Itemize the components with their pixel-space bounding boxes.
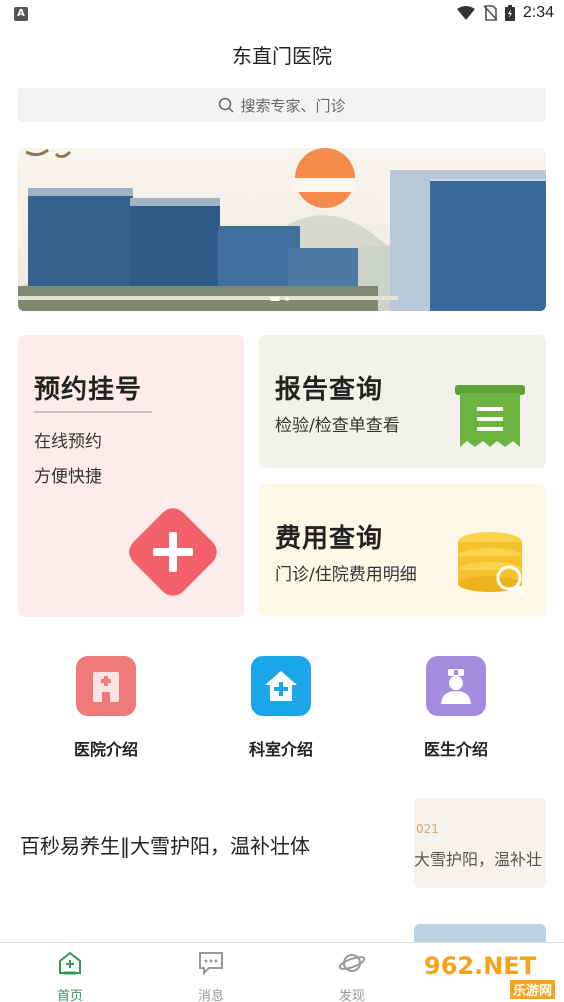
news-headline[interactable]: 百秒易养生‖大雪护阳，温补壮体 <box>20 830 310 859</box>
nav-discover[interactable]: 发现 <box>312 949 392 1002</box>
site-watermark: 962.NET 乐游网 <box>424 952 560 999</box>
page-title: 东直门医院 <box>232 44 332 68</box>
banner-pagination[interactable] <box>270 297 289 301</box>
report-subtitle: 检验/检查单查看 <box>275 416 400 436</box>
news-thumbnail[interactable]: 021 大雪护阳，温补壮 <box>414 798 546 888</box>
nav-home[interactable]: 首页 <box>30 949 110 1002</box>
report-card[interactable]: 报告查询 检验/检查单查看 <box>259 335 546 468</box>
battery-icon <box>504 5 515 21</box>
department-icon <box>251 656 311 716</box>
doctor-icon <box>426 656 486 716</box>
doctor-intro-link[interactable]: 医生介绍 <box>396 656 516 760</box>
fee-title: 费用查询 <box>275 524 384 554</box>
status-icons: 2:34 <box>456 4 554 22</box>
coins-icon <box>458 532 526 596</box>
receipt-icon <box>455 385 525 447</box>
department-intro-link[interactable]: 科室介绍 <box>221 656 341 760</box>
appointment-title: 预约挂号 <box>34 375 143 405</box>
no-sim-icon <box>483 5 497 21</box>
nav-messages[interactable]: 消息 <box>171 949 251 1002</box>
message-icon <box>199 952 223 976</box>
nav-messages-label: 消息 <box>197 989 224 1002</box>
search-placeholder: 搜索专家、门诊 <box>240 96 346 115</box>
status-bar: A 2:34 <box>0 0 564 30</box>
report-title: 报告查询 <box>275 375 384 405</box>
pagination-dot-active[interactable] <box>270 297 280 301</box>
planet-icon <box>338 954 366 972</box>
search-icon <box>219 97 235 113</box>
nav-home-label: 首页 <box>56 989 83 1002</box>
hospital-icon <box>76 656 136 716</box>
hospital-intro-link[interactable]: 医院介绍 <box>46 656 166 760</box>
doctor-intro-label: 医生介绍 <box>423 740 488 759</box>
appointment-card[interactable]: 预约挂号 在线预约 方便快捷 <box>18 335 244 617</box>
department-intro-label: 科室介绍 <box>248 740 313 759</box>
news-thumb-number: 021 <box>416 822 439 836</box>
news-thumbnail-next[interactable] <box>414 924 546 944</box>
fee-card[interactable]: 费用查询 门诊/住院费用明细 <box>259 484 546 616</box>
wifi-icon <box>456 6 475 20</box>
plus-icon <box>129 508 217 596</box>
appointment-line1: 在线预约 <box>34 432 102 452</box>
search-bar[interactable]: 搜索专家、门诊 <box>18 88 546 122</box>
hero-banner[interactable] <box>18 148 546 311</box>
watermark-sub: 乐游网 <box>510 980 556 999</box>
divider <box>34 411 152 413</box>
watermark-brand: 962.NET <box>424 952 537 980</box>
appointment-line2: 方便快捷 <box>34 467 102 487</box>
nav-discover-label: 发现 <box>338 989 365 1002</box>
fee-subtitle: 门诊/住院费用明细 <box>275 565 417 585</box>
banner-image <box>18 148 546 311</box>
home-icon <box>59 951 81 975</box>
pagination-dot[interactable] <box>285 297 289 301</box>
hospital-intro-label: 医院介绍 <box>73 740 138 759</box>
news-thumb-text: 大雪护阳，温补壮 <box>414 850 543 869</box>
notification-icon: A <box>14 7 28 21</box>
clock: 2:34 <box>522 4 554 21</box>
